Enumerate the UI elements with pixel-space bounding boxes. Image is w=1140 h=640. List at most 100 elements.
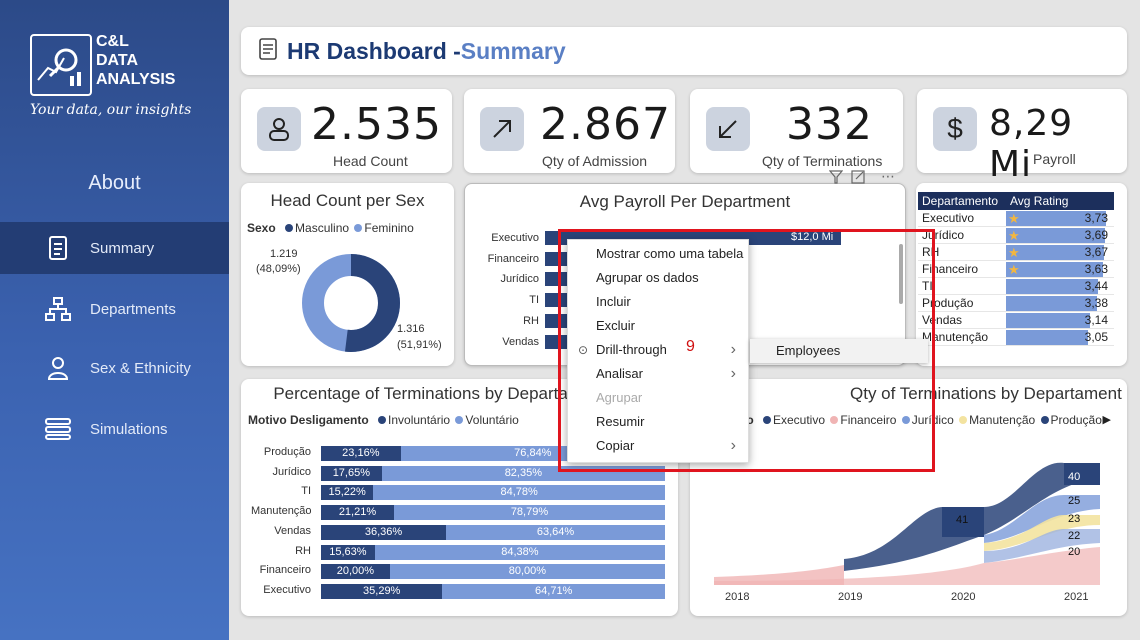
ribbon-label: 40: [1068, 471, 1081, 483]
sex-donut-card: Head Count per Sex Sexo Masculino Femini…: [241, 183, 454, 366]
kpi-head-count: 2.535 Head Count: [241, 89, 452, 173]
legend-item: Jurídico: [911, 413, 954, 427]
nav-summary-label: Summary: [90, 239, 155, 257]
context-menu-item[interactable]: Drill-through › ⊙: [568, 338, 748, 362]
table-row[interactable]: TI 3,44: [918, 278, 1114, 295]
legend-dot-vol: [455, 416, 464, 424]
star-icon: ★: [1008, 245, 1020, 260]
kpi-admissions: 2.867 Qty of Admission: [464, 89, 675, 173]
context-menu-item[interactable]: Mostrar como uma tabela: [568, 242, 748, 266]
person-icon: [44, 354, 72, 382]
star-icon: ★: [1008, 262, 1020, 277]
pct-category: Vendas: [274, 524, 311, 537]
pct-bar-involuntary[interactable]: 21,21%: [321, 505, 394, 521]
pct-bar-involuntary[interactable]: 17,65%: [321, 465, 382, 481]
payroll-bar-label: $12,0 Mi: [791, 231, 834, 243]
pct-category: Manutenção: [251, 505, 312, 518]
pct-bar-voluntary[interactable]: 84,38%: [374, 544, 665, 560]
nav-departments-label: Departments: [90, 300, 176, 318]
pct-bar-voluntary[interactable]: 78,79%: [393, 505, 665, 521]
nav-simulations[interactable]: Simulations: [0, 403, 229, 455]
rating-bar: [1006, 313, 1091, 328]
context-menu-item-label: Analisar: [596, 366, 643, 381]
x-tick: 2021: [1064, 591, 1089, 603]
donut-label-female-pct: (48,09%): [256, 263, 301, 275]
table-row[interactable]: Jurídico ★ 3,69: [918, 227, 1114, 244]
pct-bar-involuntary[interactable]: 23,16%: [321, 446, 401, 461]
legend-title: Sexo: [247, 221, 276, 235]
nav-departments[interactable]: Departments: [0, 283, 229, 335]
table-row[interactable]: Vendas 3,14: [918, 312, 1114, 329]
kpi-terminations: 332 Qty of Terminations: [690, 89, 903, 173]
pct-category: Jurídico: [272, 465, 311, 478]
context-menu-item[interactable]: Incluir: [568, 290, 748, 314]
x-tick: 2019: [838, 591, 863, 603]
payroll-cat: Jurídico: [500, 273, 539, 285]
table-row[interactable]: Executivo ★ 3,73: [918, 210, 1114, 227]
rating-value: 3,69: [1084, 228, 1108, 242]
table-row[interactable]: RH ★ 3,67: [918, 244, 1114, 261]
legend-next-arrow-icon[interactable]: ▶: [1103, 413, 1111, 426]
pct-bar-voluntary[interactable]: 80,00%: [389, 564, 665, 580]
cell-rating: 3,44: [1006, 278, 1114, 294]
context-menu-item[interactable]: Copiar ›: [568, 434, 748, 458]
context-menu-item[interactable]: Resumir: [568, 410, 748, 434]
drill-through-submenu-employees[interactable]: Employees: [750, 339, 928, 363]
pct-bar-involuntary[interactable]: 20,00%: [321, 564, 390, 580]
context-menu-item-label: Mostrar como uma tabela: [596, 246, 744, 261]
chevron-right-icon: ›: [730, 341, 736, 358]
pct-bar-voluntary[interactable]: 82,35%: [381, 465, 665, 481]
rating-bar: [1006, 296, 1097, 311]
column-header[interactable]: Avg Rating: [1006, 192, 1114, 210]
cell-rating: 3,14: [1006, 312, 1114, 328]
context-menu-item[interactable]: Analisar ›: [568, 362, 748, 386]
table-row[interactable]: Manutenção 3,05: [918, 329, 1114, 346]
pct-bar-involuntary[interactable]: 36,36%: [321, 524, 447, 540]
context-menu-item-label: Copiar: [596, 438, 635, 453]
context-menu-item-label: Agrupar: [596, 390, 643, 405]
context-menu-item[interactable]: Excluir: [568, 314, 748, 338]
pct-bar-involuntary[interactable]: 35,29%: [321, 583, 443, 599]
person-icon: [257, 107, 301, 151]
pct-bar-involuntary[interactable]: 15,22%: [321, 485, 374, 501]
logo-line-3: ANALYSIS: [96, 71, 176, 88]
legend-dot: [1040, 416, 1049, 424]
arrow-down-left-icon: [706, 107, 750, 151]
legend-dot-female: [354, 224, 363, 232]
pct-bar-involuntary[interactable]: 15,63%: [321, 544, 375, 560]
arrow-up-right-icon: [480, 107, 524, 151]
nav-sex-ethnicity[interactable]: Sex & Ethnicity: [0, 342, 229, 394]
payroll-cat: Executivo: [491, 232, 539, 244]
scrollbar[interactable]: [899, 244, 903, 304]
about-link[interactable]: About: [0, 172, 229, 195]
rating-value: 3,67: [1084, 245, 1108, 259]
legend-male: Masculino: [295, 221, 350, 235]
table-row[interactable]: Produção 3,38: [918, 295, 1114, 312]
logo-line-2: DATA: [96, 52, 139, 69]
context-menu: Mostrar como uma tabela Agrupar os dados I…: [567, 239, 749, 463]
pct-bar-voluntary[interactable]: 84,78%: [373, 485, 665, 501]
rating-value: 3,63: [1084, 262, 1108, 276]
nav-simulations-label: Simulations: [90, 420, 168, 438]
pct-category: Executivo: [263, 583, 311, 596]
pct-bar-voluntary[interactable]: 63,64%: [446, 524, 665, 540]
focus-mode-icon[interactable]: [851, 170, 865, 189]
page-title: HR Dashboard -: [287, 37, 461, 64]
logo-line-1: C&L: [96, 33, 129, 50]
more-options-icon[interactable]: ⋯: [881, 168, 895, 185]
context-menu-item[interactable]: Agrupar os dados: [568, 266, 748, 290]
nav-summary[interactable]: Summary: [0, 222, 229, 274]
logo-graphic: [30, 34, 92, 96]
filter-icon[interactable]: [828, 170, 844, 187]
ribbon-chart[interactable]: [714, 459, 1102, 589]
nav-sex-ethnicity-label: Sex & Ethnicity: [90, 359, 191, 377]
cell-dept: Financeiro: [922, 262, 979, 276]
legend-item: Produção: [1050, 413, 1102, 427]
pct-bar-voluntary[interactable]: 64,71%: [442, 583, 665, 599]
chevron-right-icon: ›: [730, 437, 736, 454]
table-row[interactable]: Financeiro ★ 3,63: [918, 261, 1114, 278]
ribbon-label: 41: [956, 514, 969, 526]
column-header[interactable]: Departamento: [918, 192, 1006, 210]
donut-chart[interactable]: [299, 251, 403, 355]
legend-dot-male: [285, 224, 294, 232]
